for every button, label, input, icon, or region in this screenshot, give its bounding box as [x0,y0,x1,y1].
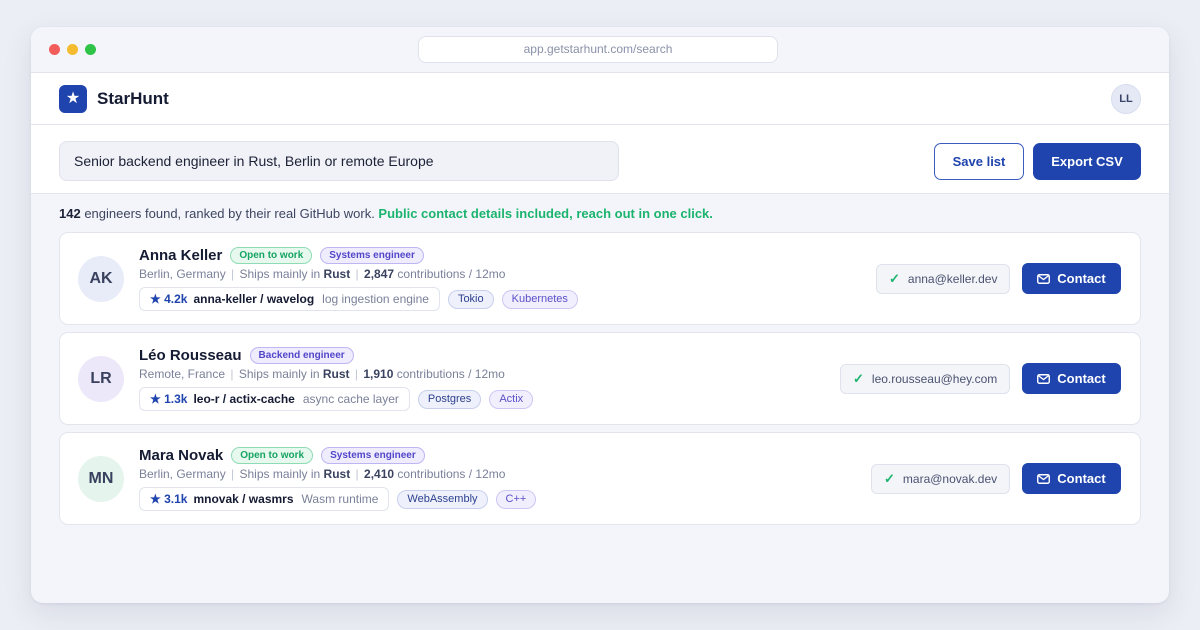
candidate-email[interactable]: ✓ anna@keller.dev [876,264,1011,294]
app-name: StarHunt [97,89,169,108]
verified-check-icon: ✓ [884,471,895,486]
mail-icon [1037,273,1051,284]
role-badge: Systems engineer [321,446,425,464]
skill-tag: Postgres [417,389,482,409]
candidate-language: Rust [323,467,351,481]
candidate-name[interactable]: Léo Rousseau [139,347,242,364]
contact-label: Contact [1057,471,1106,486]
results-summary: 142 engineers found, ranked by their rea… [59,206,713,221]
candidate-meta: Berlin, Germany | Ships mainly in Rust |… [139,467,506,481]
candidate-name[interactable]: Anna Keller [139,247,222,264]
skill-tag: Actix [489,389,534,409]
repo-description: async cache layer [302,392,399,406]
verified-check-icon: ✓ [853,371,864,386]
skill-tag: Kubernetes [501,289,578,309]
repo-name: leo-r / actix-cache [193,392,295,406]
top-repo-link[interactable]: ★ 3.1k mnovak / wasmrs Wasm runtime [139,487,390,511]
ships-label: Ships mainly in [239,467,321,481]
candidate-location: Berlin, Germany [139,267,226,281]
verified-check-icon: ✓ [889,271,900,286]
save-list-button[interactable]: Save list [934,143,1024,180]
role-badge: Systems engineer [320,246,424,264]
candidate-card: AK Anna Keller Open to work Systems engi… [59,232,1141,325]
candidate-email[interactable]: ✓ leo.rousseau@hey.com [840,364,1011,394]
email-address: mara@novak.dev [902,472,998,486]
contribution-label: contributions / 12mo [396,367,505,381]
contribution-label: contributions / 12mo [397,467,506,481]
top-repo-link[interactable]: ★ 4.2k anna-keller / wavelog log ingesti… [139,287,440,311]
repo-name: mnovak / wasmrs [193,492,294,506]
candidate-location: Remote, France [139,367,226,381]
repo-stars: ★ 4.2k [150,292,188,306]
address-bar[interactable]: app.getstarhunt.com/search [418,36,778,63]
contact-button[interactable]: Contact [1022,263,1121,294]
top-repo-link[interactable]: ★ 1.3k leo-r / actix-cache async cache l… [139,387,410,411]
browser-titlebar: app.getstarhunt.com/search [31,27,1169,73]
candidate-language: Rust [323,267,351,281]
search-bar-row: Save list Export CSV [31,125,1169,194]
skill-tag: Tokio [447,289,494,309]
candidate-name[interactable]: Mara Novak [139,447,223,464]
results-highlight: Public contact details included, reach o… [378,206,713,221]
candidate-meta: Berlin, Germany | Ships mainly in Rust |… [139,267,506,281]
mail-icon [1037,473,1051,484]
browser-window: app.getstarhunt.com/search ★ StarHunt LL… [31,27,1169,603]
repo-name: anna-keller / wavelog [193,292,315,306]
repo-description: Wasm runtime [301,492,379,506]
ships-label: Ships mainly in [239,267,321,281]
candidate-language: Rust [322,367,350,381]
repo-description: log ingestion engine [322,292,429,306]
maximize-window-button[interactable] [85,44,96,55]
export-csv-button[interactable]: Export CSV [1033,143,1141,180]
candidate-card: MN Mara Novak Open to work Systems engin… [59,432,1141,525]
role-badge: Backend engineer [249,346,354,364]
candidate-card: LR Léo Rousseau Backend engineer Remote,… [59,332,1141,425]
open-to-work-badge: Open to work [230,246,313,264]
contribution-label: contributions / 12mo [397,267,506,281]
candidate-avatar: MN [78,456,124,502]
candidate-meta: Remote, France | Ships mainly in Rust | … [139,367,505,381]
results-text: engineers found, ranked by their real Gi… [80,206,379,221]
contact-button[interactable]: Contact [1022,363,1121,394]
minimize-window-button[interactable] [67,44,78,55]
email-address: anna@keller.dev [907,272,998,286]
star-logo-icon[interactable]: ★ [59,85,87,113]
contribution-count: 2,847 [364,267,395,281]
results-count: 142 [59,206,81,221]
open-to-work-badge: Open to work [231,446,314,464]
candidate-email[interactable]: ✓ mara@novak.dev [871,464,1011,494]
contact-label: Contact [1057,271,1106,286]
contribution-count: 1,910 [363,367,394,381]
email-address: leo.rousseau@hey.com [871,372,998,386]
repo-stars: ★ 1.3k [150,392,188,406]
ships-label: Ships mainly in [238,367,320,381]
candidate-avatar: LR [78,356,124,402]
app-header: ★ StarHunt LL [31,73,1169,125]
skill-tag: WebAssembly [397,489,488,509]
contribution-count: 2,410 [364,467,395,481]
candidate-location: Berlin, Germany [139,467,226,481]
contact-button[interactable]: Contact [1022,463,1121,494]
mail-icon [1037,373,1051,384]
skill-tag: C++ [495,489,537,509]
repo-stars: ★ 3.1k [150,492,188,506]
contact-label: Contact [1057,371,1106,386]
close-window-button[interactable] [49,44,60,55]
user-avatar[interactable]: LL [1111,84,1141,114]
candidate-avatar: AK [78,256,124,302]
search-input[interactable] [59,141,619,181]
